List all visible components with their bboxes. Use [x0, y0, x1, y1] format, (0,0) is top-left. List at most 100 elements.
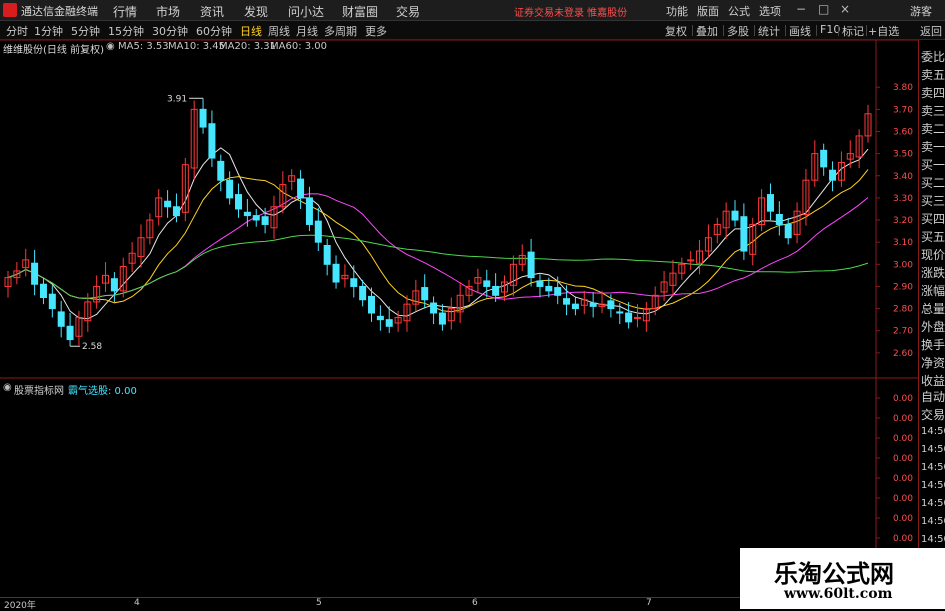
menu-caifuquan[interactable]: 财富圈 [342, 3, 378, 20]
sidebar-item[interactable]: 交易 [921, 406, 945, 423]
candle-body [350, 278, 358, 287]
sidebar-item[interactable]: 现价 [921, 246, 945, 263]
candle-body [261, 216, 269, 225]
quote-sidebar: 委比 卖五 卖四 卖三 卖二 卖一 买一 买二 买三 买四 买五 现价 涨跌 涨幅 总量 外盘 换手 净资 收益 自动… [918, 40, 945, 609]
candle-body [829, 169, 837, 181]
menu-banmian[interactable]: 版面 [697, 3, 719, 19]
toolbar-tongji[interactable]: 统计 [758, 23, 780, 39]
toolbar-zixuan[interactable]: +自选 [868, 23, 899, 39]
close-button[interactable]: × [840, 2, 850, 16]
sidebar-item[interactable]: 卖四 [921, 84, 945, 101]
toolbar-divider [785, 25, 786, 36]
tab-15min[interactable]: 15分钟 [108, 23, 144, 39]
tab-60min[interactable]: 60分钟 [196, 23, 232, 39]
toolbar-diejia[interactable]: 叠加 [696, 23, 718, 39]
candle-body [589, 302, 597, 307]
candle-body [625, 312, 633, 323]
sidebar-item[interactable]: 委比 [921, 48, 945, 65]
menu-zixun[interactable]: 资讯 [200, 3, 224, 20]
candle-body [421, 287, 429, 301]
candle-body [323, 244, 331, 265]
candle-body [66, 325, 74, 341]
sidebar-item[interactable]: 买三 [921, 192, 945, 209]
sidebar-item[interactable]: 卖二 [921, 120, 945, 137]
sidebar-item[interactable]: 换手 [921, 336, 945, 353]
sidebar-item[interactable]: 卖三 [921, 102, 945, 119]
menu-faxian[interactable]: 发现 [244, 3, 268, 20]
candle-body [740, 216, 748, 252]
candle-body [607, 300, 615, 310]
candle-body [31, 262, 39, 285]
sidebar-item[interactable]: 涨跌 [921, 264, 945, 281]
tab-30min[interactable]: 30分钟 [152, 23, 188, 39]
sidebar-item[interactable]: 总量 [921, 300, 945, 317]
tab-daily[interactable]: 日线 [240, 23, 262, 39]
price-tick-label: 3.60 [893, 127, 913, 137]
sidebar-item[interactable]: 买五 [921, 228, 945, 245]
minimize-button[interactable]: − [796, 2, 806, 16]
maximize-button[interactable]: □ [818, 2, 829, 16]
sidebar-item[interactable]: 涨幅 [921, 282, 945, 299]
price-tick-label: 3.00 [893, 260, 913, 270]
candle-body [563, 298, 571, 305]
watermark-title: 乐淘公式网 [774, 559, 894, 588]
user-label[interactable]: 游客 [910, 3, 932, 19]
candle-body [252, 215, 260, 221]
sidebar-item[interactable]: 卖五 [921, 66, 945, 83]
toolbar-back[interactable]: 返回 [920, 23, 942, 39]
low-annotation: 2.58 [82, 342, 102, 352]
sidebar-item[interactable]: 14:50 [921, 426, 945, 437]
candle-body [385, 319, 393, 327]
candle-body [376, 315, 384, 321]
menu-jiaoyi[interactable]: 交易 [396, 3, 420, 20]
sidebar-item[interactable]: 14:50 [921, 534, 945, 545]
price-tick-label: 3.70 [893, 105, 913, 115]
menu-xuanxiang[interactable]: 选项 [759, 3, 781, 19]
date-label: 6 [472, 598, 478, 608]
candle-body [48, 293, 56, 310]
toolbar-biaoji[interactable]: 标记 [842, 23, 864, 39]
subchart-label: 股票指标网 [14, 386, 64, 397]
sidebar-item[interactable]: 净资 [921, 354, 945, 371]
login-notice[interactable]: 证券交易未登录 惟嘉股份 [514, 4, 627, 19]
tab-weekly[interactable]: 周线 [268, 23, 290, 39]
tab-more[interactable]: 更多 [365, 23, 387, 39]
sidebar-item[interactable]: 14:50 [921, 444, 945, 455]
sidebar-item[interactable]: 卖一 [921, 138, 945, 155]
sidebar-item[interactable]: 14:50 [921, 462, 945, 473]
menu-gongshi[interactable]: 公式 [728, 3, 750, 19]
sidebar-item[interactable]: 收益 [921, 372, 945, 389]
toolbar-huaxian[interactable]: 画线 [789, 23, 811, 39]
sidebar-item[interactable]: 14:50 [921, 516, 945, 527]
menu-hangqing[interactable]: 行情 [113, 3, 137, 20]
sidebar-item[interactable]: 买一 [921, 156, 945, 173]
price-annotations: 3.91 2.58 [70, 94, 204, 352]
tab-monthly[interactable]: 月线 [296, 23, 318, 39]
menu-shichang[interactable]: 市场 [156, 3, 180, 20]
high-annotation: 3.91 [167, 94, 187, 104]
chart-area[interactable]: 3.80 3.70 3.60 3.50 3.40 3.30 3.20 3.10 3.00 2.90… [0, 40, 918, 597]
menu-wenxiaoda[interactable]: 问小达 [288, 3, 324, 20]
toolbar-fuquan[interactable]: 复权 [665, 23, 687, 39]
candle-body [545, 285, 553, 292]
sidebar-item[interactable]: 14:50 [921, 498, 945, 509]
price-tick-label: 3.10 [893, 238, 913, 248]
sub-tick-label: 0.00 [893, 474, 913, 484]
candle-body [217, 160, 225, 181]
sidebar-item[interactable]: 外盘 [921, 318, 945, 335]
menu-gongneng[interactable]: 功能 [666, 3, 688, 19]
tab-fenshi[interactable]: 分时 [6, 23, 28, 39]
candle-body [430, 302, 438, 314]
sub-tick-label: 0.00 [893, 434, 913, 444]
tab-multi-period[interactable]: 多周期 [324, 23, 357, 39]
sidebar-item[interactable]: 买四 [921, 210, 945, 227]
tab-5min[interactable]: 5分钟 [71, 23, 100, 39]
sidebar-item[interactable]: 自动 [921, 388, 945, 405]
sidebar-item[interactable]: 14:50 [921, 480, 945, 491]
tab-1min[interactable]: 1分钟 [34, 23, 63, 39]
sidebar-item[interactable]: 买二 [921, 174, 945, 191]
candle-body [297, 178, 305, 199]
toolbar-duogu[interactable]: 多股 [727, 23, 749, 39]
settings-dot-icon[interactable]: ◉ [106, 41, 115, 52]
subchart-dot-icon[interactable]: ◉ [3, 382, 12, 393]
